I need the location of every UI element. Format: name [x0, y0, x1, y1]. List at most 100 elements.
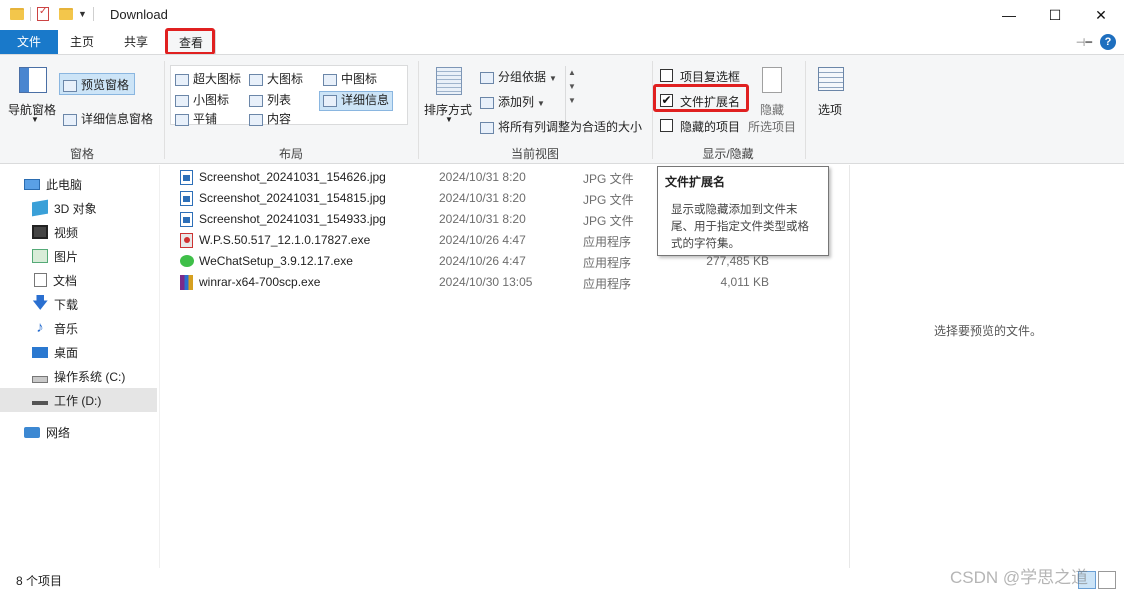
item-checkboxes-checkbox[interactable] — [660, 69, 673, 82]
file-size: 277,485 KB — [706, 254, 769, 268]
small-icons-icon — [175, 94, 189, 107]
table-row[interactable]: winrar-x64-700scp.exe 2024/10/30 13:05 应… — [176, 272, 846, 293]
3d-objects-icon — [32, 199, 48, 217]
size-all-columns-button[interactable]: 将所有列调整为合适的大小 — [480, 118, 642, 135]
file-name: W.P.S.50.517_12.1.0.17827.exe — [199, 233, 371, 247]
drive-d-icon — [32, 401, 48, 405]
desktop-icon — [32, 346, 48, 358]
preview-empty-message: 选择要预览的文件。 — [934, 324, 1043, 338]
ribbon: 导航窗格 ▼ 预览窗格 详细信息窗格 窗格 超大图标 大图标 中图标 小图标 列… — [0, 54, 1124, 164]
hide-button[interactable]: 隐藏 — [760, 101, 784, 118]
file-extensions-label: 文件扩展名 — [680, 95, 741, 109]
nav-item-drive-c[interactable]: 操作系统 (C:) — [0, 364, 157, 388]
divider — [30, 7, 31, 21]
options-icon[interactable] — [818, 67, 844, 91]
preview-pane-icon — [63, 79, 77, 92]
nav-item-desktop[interactable]: 桌面 — [0, 340, 157, 364]
chevron-down-icon[interactable]: ▼ — [31, 115, 39, 124]
add-columns-button[interactable]: 添加列 ▼ — [480, 93, 545, 110]
large-icons-icon — [249, 73, 263, 86]
help-icon[interactable]: ? — [1100, 34, 1116, 50]
nav-item-3d-objects[interactable]: 3D 对象 — [0, 196, 157, 220]
file-name: Screenshot_20241031_154815.jpg — [199, 191, 386, 205]
divider — [805, 61, 806, 159]
group-by-button[interactable]: 分组依据 ▼ — [480, 68, 557, 85]
list-icon — [249, 94, 263, 107]
details-pane-button[interactable]: 详细信息窗格 — [63, 110, 153, 127]
file-date: 2024/10/26 4:47 — [439, 233, 526, 247]
layout-medium-icons[interactable]: 中图标 — [323, 70, 377, 87]
watermark: CSDN @学思之道 — [950, 568, 1089, 587]
hide-selected-icon[interactable] — [762, 67, 782, 93]
navigation-pane-icon[interactable] — [19, 67, 47, 93]
file-date: 2024/10/26 4:47 — [439, 254, 526, 268]
file-type: JPG 文件 — [583, 172, 634, 186]
nav-item-pictures[interactable]: 图片 — [0, 244, 157, 268]
layout-list[interactable]: 列表 — [249, 91, 291, 108]
nav-item-documents[interactable]: 文档 — [0, 268, 157, 292]
nav-item-label: 音乐 — [54, 321, 79, 336]
layout-tiles[interactable]: 平铺 — [175, 110, 217, 127]
close-button[interactable]: ✕ — [1078, 0, 1124, 30]
options-button[interactable]: 选项 — [818, 101, 842, 118]
tooltip-body: 显示或隐藏添加到文件末 尾、用于指定文件类型或格 式的字符集。 — [665, 202, 821, 253]
sort-by-icon[interactable] — [436, 67, 462, 95]
tooltip-line: 式的字符集。 — [671, 238, 740, 250]
file-extensions-checkbox[interactable]: ✔ — [660, 94, 673, 107]
file-type: JPG 文件 — [583, 193, 634, 207]
layout-large-icons[interactable]: 大图标 — [249, 70, 303, 87]
file-type: 应用程序 — [583, 235, 632, 249]
layout-content[interactable]: 内容 — [249, 110, 291, 127]
medium-icons-icon — [323, 73, 337, 86]
download-icon: 🡇 — [32, 295, 49, 312]
layout-small-icons[interactable]: 小图标 — [175, 91, 229, 108]
new-folder-icon[interactable] — [59, 8, 73, 20]
tooltip-line: 尾、用于指定文件类型或格 — [671, 221, 809, 233]
nav-item-downloads[interactable]: 🡇 下载 — [0, 292, 157, 316]
nav-item-videos[interactable]: 视频 — [0, 220, 157, 244]
properties-icon[interactable] — [37, 6, 49, 21]
maximize-button[interactable]: ☐ — [1032, 0, 1078, 30]
group-label-layout: 布局 — [278, 147, 303, 161]
file-name: Screenshot_20241031_154933.jpg — [199, 212, 386, 226]
video-icon — [32, 225, 48, 239]
layout-details[interactable]: 详细信息 — [323, 91, 389, 108]
chevron-down-icon[interactable]: ▼ — [445, 115, 453, 124]
nav-item-label: 3D 对象 — [54, 201, 97, 216]
tab-share[interactable]: 共享 — [112, 30, 160, 54]
layout-extra-large-icons[interactable]: 超大图标 — [175, 70, 241, 87]
file-date: 2024/10/30 13:05 — [439, 275, 533, 289]
preview-pane-label: 预览窗格 — [63, 76, 129, 93]
nav-item-drive-d[interactable]: 工作 (D:) — [0, 388, 157, 412]
large-icons-view-button[interactable] — [1098, 571, 1116, 589]
details-pane-icon — [63, 113, 77, 126]
customize-quick-access-icon[interactable]: ▼ — [78, 9, 87, 19]
ribbon-tabs: 文件 主页 共享 查看 ⊣━ ? — [0, 30, 1124, 54]
size-columns-icon — [480, 121, 494, 134]
winrar-installer-icon — [180, 275, 193, 290]
file-type: 应用程序 — [583, 256, 632, 270]
layout-gallery-scroll[interactable]: ▲ ▼ ▼ — [565, 66, 578, 124]
drive-c-icon — [32, 375, 48, 383]
folder-icon[interactable] — [10, 8, 24, 20]
minimize-button[interactable]: — — [986, 0, 1032, 30]
content-icon — [249, 113, 263, 126]
pin-ribbon-icon[interactable]: ⊣━ — [1076, 36, 1092, 49]
item-checkboxes-label: 项目复选框 — [680, 70, 741, 84]
tab-file[interactable]: 文件 — [0, 30, 58, 54]
tab-home[interactable]: 主页 — [58, 30, 106, 54]
file-name: WeChatSetup_3.9.12.17.exe — [199, 254, 353, 268]
divider — [92, 7, 94, 21]
nav-item-label: 网络 — [46, 425, 71, 440]
nav-item-this-pc[interactable]: 此电脑 — [0, 172, 157, 196]
nav-item-label: 工作 (D:) — [54, 393, 102, 408]
nav-item-label: 文档 — [53, 273, 78, 288]
nav-item-music[interactable]: ♪ 音乐 — [0, 316, 157, 340]
documents-icon — [34, 273, 47, 287]
file-date: 2024/10/31 8:20 — [439, 170, 526, 184]
file-type: 应用程序 — [583, 277, 632, 291]
tab-view[interactable]: 查看 — [166, 30, 217, 54]
selected-items-label: 所选项目 — [748, 120, 797, 134]
nav-item-network[interactable]: 网络 — [0, 420, 157, 444]
hidden-items-checkbox[interactable] — [660, 119, 673, 132]
